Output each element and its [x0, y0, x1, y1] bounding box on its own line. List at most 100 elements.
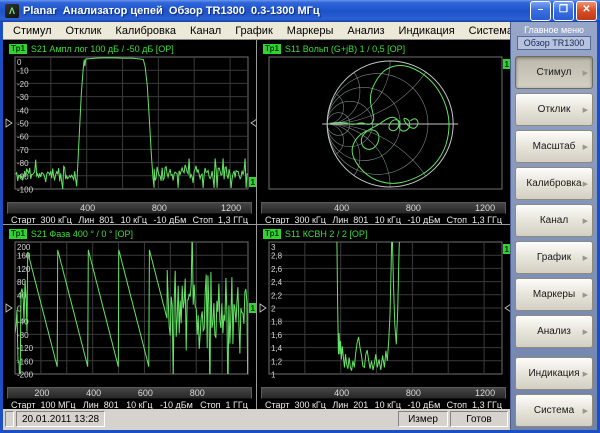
chart-plot[interactable]: 1 [257, 55, 510, 197]
sidebar-button-analysis[interactable]: Анализ▶ [515, 315, 593, 348]
menu-item-channel[interactable]: Канал [183, 24, 228, 38]
menu-item-response[interactable]: Отклик [59, 24, 109, 38]
status-bar: 20.01.2011 13:28 Измер Готов [3, 409, 510, 429]
chart-s21-phase: Тр1S21 Фаза 400 ° / 0 ° [ОР]200160120804… [3, 225, 256, 409]
menu-item-stimulus[interactable]: Стимул [6, 24, 59, 38]
stimulus-field[interactable]: Лин 801 [83, 400, 119, 409]
menu-item-graph[interactable]: График [228, 24, 280, 38]
sidebar-button-markers[interactable]: Маркеры ▶ [515, 278, 593, 311]
stimulus-field[interactable]: 10 кГц [375, 215, 401, 224]
stimulus-field[interactable]: -10 дБм [153, 215, 186, 224]
sidebar-button-label: Масштаб [533, 141, 576, 152]
y-axis-label: -70 [17, 146, 29, 155]
sidebar-button-label: Калибровка [526, 178, 581, 189]
close-icon[interactable]: ✕ [576, 1, 597, 21]
stimulus-field[interactable]: Лин 201 [332, 400, 368, 409]
x-axis-tick-label: 600 [138, 388, 153, 399]
y-axis-label: 1,2 [271, 357, 283, 366]
ref-marker-left-icon [6, 119, 12, 127]
chevron-right-icon: ▶ [583, 217, 588, 225]
sidebar-button-calibration[interactable]: Калибровка▶ [515, 167, 593, 200]
stimulus-field[interactable]: -10 дБм [407, 215, 440, 224]
status-measure: Измер [398, 411, 448, 427]
y-axis-label: -50 [17, 120, 29, 129]
x-axis-tick-label: 800 [406, 203, 421, 214]
y-axis-label: -80 [17, 331, 29, 340]
x-axis-tick-label: 400 [86, 388, 101, 399]
main-area: СтимулОткликКалибровкаКаналГрафикМаркеры… [3, 22, 597, 430]
y-axis-label: 2,6 [271, 265, 283, 274]
svg-text:1: 1 [251, 178, 256, 187]
sidebar-button-graph[interactable]: График▶ [515, 241, 593, 274]
stimulus-field[interactable]: -10 дБм [407, 400, 440, 409]
trace-badge[interactable]: Тр1 [9, 229, 27, 239]
status-ready: Готов [450, 411, 508, 427]
x-axis-tick-label: 800 [406, 388, 421, 399]
sidebar-button-label: Маркеры [533, 289, 575, 300]
maximize-icon[interactable]: ❐ [553, 1, 574, 21]
stimulus-field[interactable]: 10 кГц [121, 215, 147, 224]
x-axis-tick-strip: 4008001200 [261, 202, 506, 214]
stimulus-field[interactable]: Старт 100 МГц [11, 400, 76, 409]
x-axis-tick-strip: 4008001200 [7, 202, 252, 214]
title-bar: Λ Planar Анализатор цепей Обзор TR1300 0… [0, 0, 600, 22]
sidebar-button-label: Отклик [538, 104, 571, 115]
sidebar-button-label: Стимул [537, 67, 572, 78]
chart-grid: Тр1S21 Ампл лог 100 дБ / -50 дБ [ОР]0-10… [3, 39, 510, 409]
sidebar-button-channel[interactable]: Канал▶ [515, 204, 593, 237]
y-axis-label: 2,8 [271, 252, 283, 261]
stimulus-field[interactable]: Старт 300 кГц [265, 400, 326, 409]
x-axis-tick-label: 200 [34, 388, 49, 399]
chart-s11-vswr: Тр1S11 КСВН 2 / 2 [ОР]32,82,62,42,221,81… [257, 225, 510, 409]
stimulus-field[interactable]: -10 дБм [160, 400, 193, 409]
app-window: Λ Planar Анализатор цепей Обзор TR1300 0… [0, 0, 600, 433]
sidebar-subheader: Обзор TR1300 [517, 36, 591, 50]
stimulus-field[interactable]: Стоп 1 ГГц [200, 400, 248, 409]
stimulus-field[interactable]: 10 кГц [375, 400, 401, 409]
stimulus-field[interactable]: 10 кГц [126, 400, 152, 409]
chevron-right-icon: ▶ [583, 106, 588, 114]
menu-item-display[interactable]: Индикация [392, 24, 462, 38]
y-axis-label: -40 [17, 106, 29, 115]
sidebar-button-display[interactable]: Индикация▶ [515, 357, 593, 390]
chart-plot[interactable]: 20016012080400-40-80-120-160-2001 [3, 240, 256, 382]
chevron-right-icon: ▶ [583, 180, 588, 188]
chevron-right-icon: ▶ [583, 291, 588, 299]
stimulus-field[interactable]: Стоп 1,3 ГГц [193, 215, 248, 224]
chart-plot[interactable]: 32,82,62,42,221,81,61,41,211 [257, 240, 510, 382]
sidebar-button-system[interactable]: Система▶ [515, 394, 593, 427]
minimize-icon[interactable]: – [530, 1, 551, 21]
trace-badge[interactable]: Тр1 [263, 44, 281, 54]
left-column: СтимулОткликКалибровкаКаналГрафикМаркеры… [3, 22, 510, 430]
trace-badge[interactable]: Тр1 [263, 229, 281, 239]
trace-badge[interactable]: Тр1 [9, 44, 27, 54]
menu-item-markers[interactable]: Маркеры [280, 24, 341, 38]
svg-text:1: 1 [251, 304, 256, 313]
y-axis-label: 1 [271, 371, 276, 380]
sidebar-button-stimulus[interactable]: Стимул▶ [515, 56, 593, 89]
stimulus-field[interactable]: Старт 300 кГц [11, 215, 72, 224]
menu-item-analysis[interactable]: Анализ [340, 24, 391, 38]
chevron-right-icon: ▶ [583, 407, 588, 415]
chart-plot[interactable]: 0-10-20-30-40-50-60-70-80-90-1001 [3, 55, 256, 197]
sidebar-button-scale[interactable]: Масштаб▶ [515, 130, 593, 163]
softkey-sidebar: Главное меню Обзор TR1300 Стимул▶Отклик▶… [510, 22, 597, 430]
stimulus-field[interactable]: Старт 300 кГц [265, 215, 326, 224]
chart-title: S11 Вольп (G+jB) 1 / 0,5 [ОР] [285, 44, 405, 54]
y-axis-label: 1,6 [271, 331, 283, 340]
sidebar-button-response[interactable]: Отклик ▶ [515, 93, 593, 126]
y-axis-label: 2,4 [271, 278, 283, 287]
y-axis-label: 0 [17, 58, 22, 67]
app-icon: Λ [5, 4, 19, 18]
stimulus-field[interactable]: Лин 801 [78, 215, 114, 224]
svg-text:1: 1 [505, 60, 510, 69]
stimulus-field[interactable]: Стоп 1,3 ГГц [447, 400, 502, 409]
y-axis-label: 3 [271, 243, 276, 252]
menu-item-calibration[interactable]: Калибровка [108, 24, 183, 38]
chevron-right-icon: ▶ [583, 254, 588, 262]
stimulus-field[interactable]: Лин 801 [332, 215, 368, 224]
x-axis-tick-strip: 4008001200 [261, 387, 506, 399]
y-axis-label: 2,2 [271, 291, 283, 300]
y-axis-label: -120 [17, 344, 34, 353]
stimulus-field[interactable]: Стоп 1,3 ГГц [447, 215, 502, 224]
